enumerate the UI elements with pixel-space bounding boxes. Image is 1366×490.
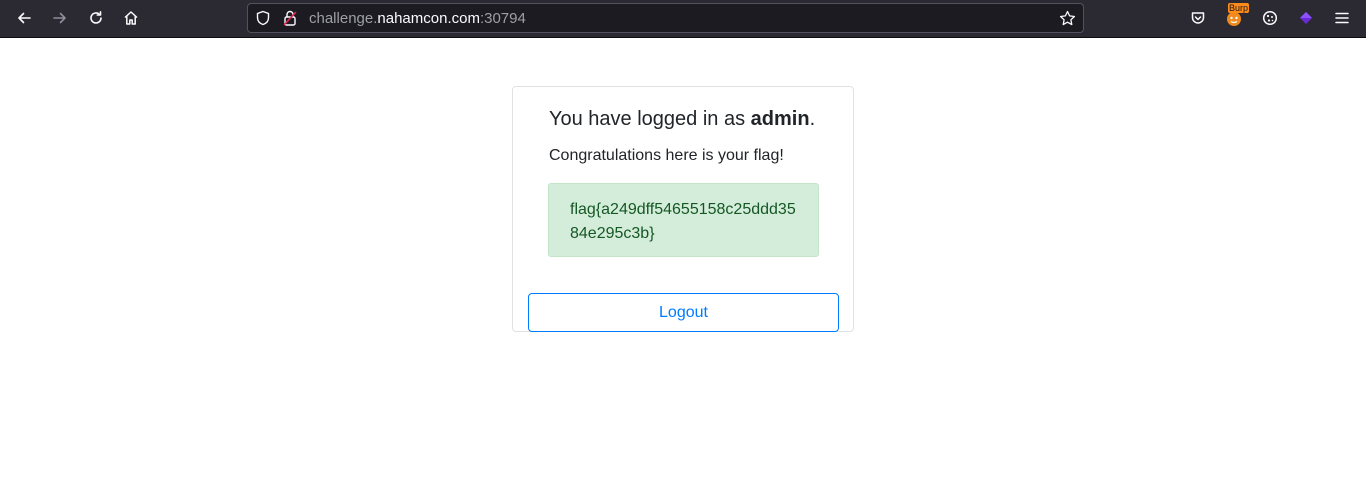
page-heading: You have logged in as admin.	[549, 108, 816, 130]
username: admin	[750, 108, 810, 130]
forward-button[interactable]	[46, 5, 74, 31]
burp-badge: Burp	[1228, 3, 1250, 13]
purple-diamond-icon	[1300, 12, 1312, 24]
back-button[interactable]	[10, 5, 38, 31]
insecure-lock-icon[interactable]	[282, 9, 298, 32]
browser-toolbar: challenge.nahamcon.com:30794 Burp	[0, 0, 1366, 38]
extension-button[interactable]	[1292, 5, 1320, 31]
address-bar[interactable]: challenge.nahamcon.com:30794	[247, 3, 1084, 33]
bookmark-star-icon[interactable]	[1059, 10, 1076, 32]
tracking-shield-icon[interactable]	[255, 10, 271, 31]
reload-button[interactable]	[82, 5, 110, 31]
reload-icon	[90, 11, 102, 24]
flag-alert: flag{a249dff54655158c25ddd3584e295c3b}	[548, 183, 819, 257]
flag-value: flag{a249dff54655158c25ddd3584e295c3b}	[570, 201, 796, 242]
logout-button[interactable]: Logout	[528, 293, 839, 332]
pocket-icon	[1191, 12, 1205, 24]
congrats-text: Congratulations here is your flag!	[549, 147, 784, 164]
login-success-card: You have logged in as admin. Congratulat…	[512, 86, 854, 332]
home-button[interactable]	[117, 5, 145, 31]
arrow-left-icon	[18, 12, 31, 24]
hamburger-menu-icon	[1335, 12, 1349, 24]
cookie-icon	[1262, 10, 1278, 26]
cookie-extension-button[interactable]	[1256, 5, 1284, 31]
home-icon	[124, 11, 138, 25]
arrow-right-icon	[53, 12, 66, 24]
url-text: challenge.nahamcon.com:30794	[309, 10, 526, 27]
menu-button[interactable]	[1328, 5, 1356, 31]
pocket-button[interactable]	[1184, 5, 1212, 31]
